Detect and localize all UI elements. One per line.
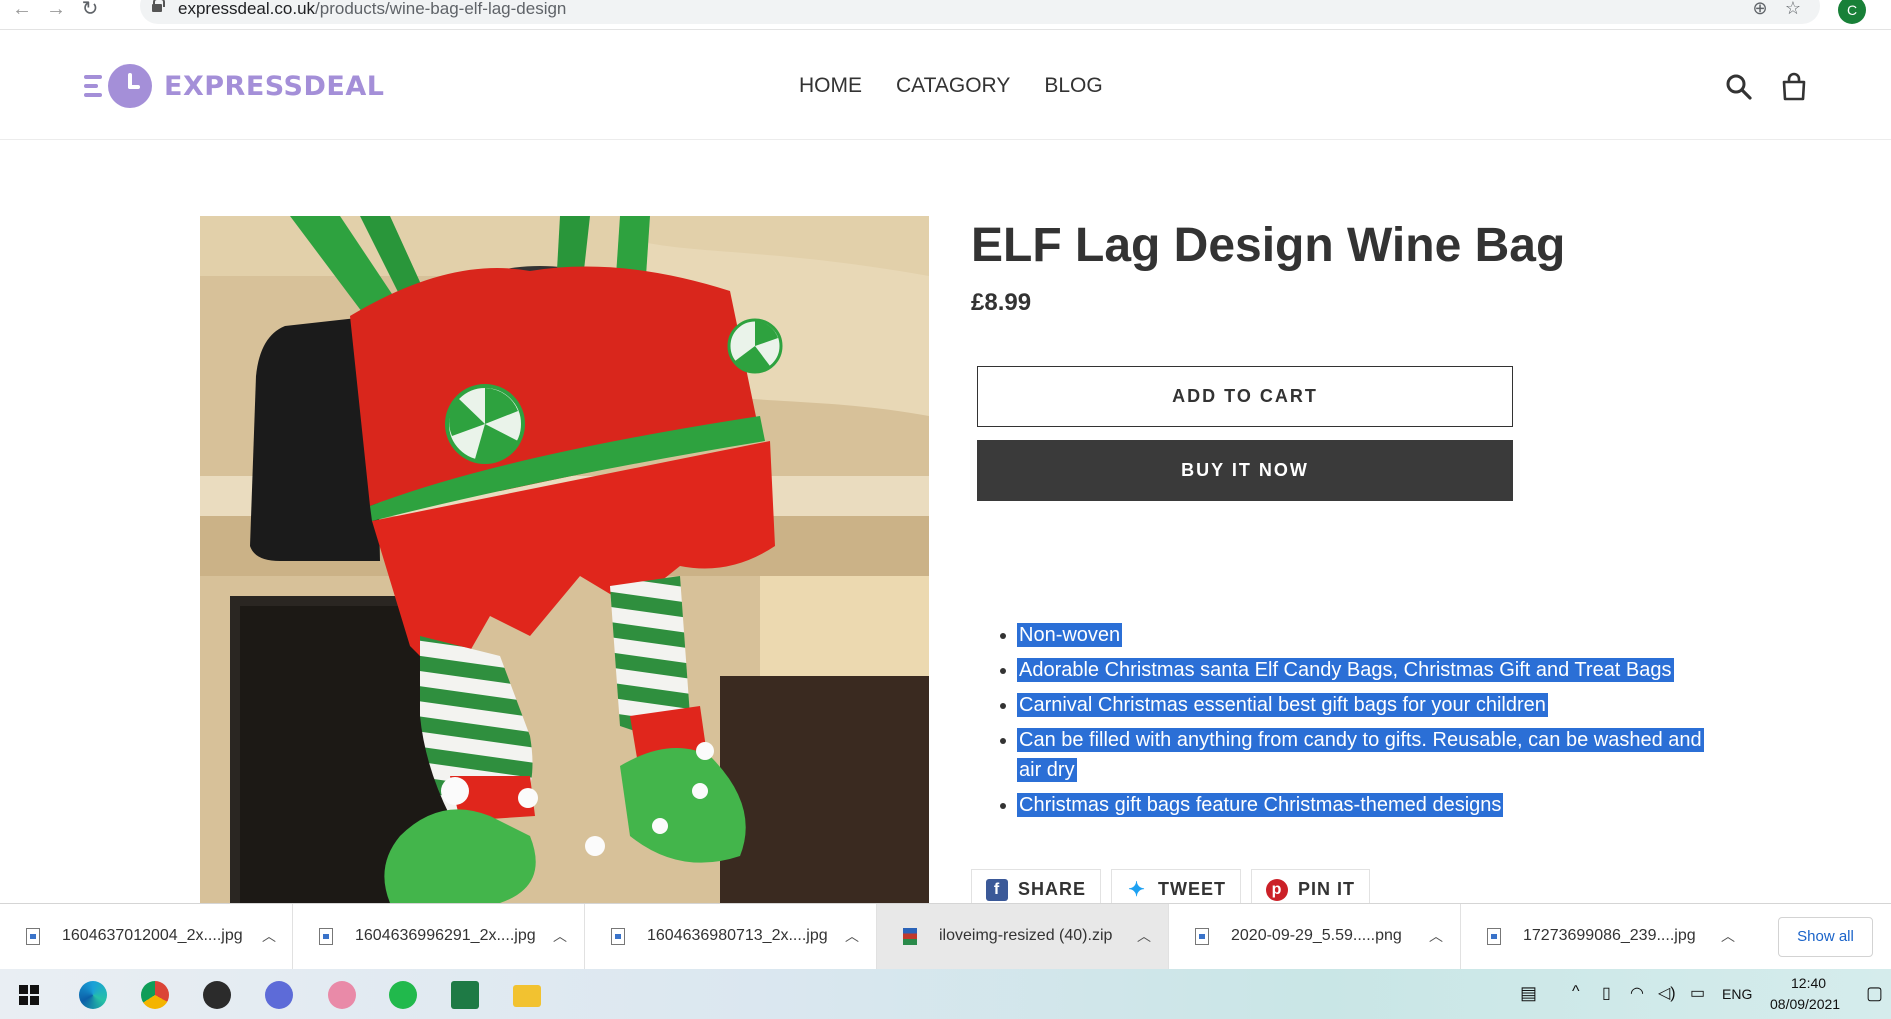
- reload-icon[interactable]: ↻: [78, 0, 102, 20]
- taskbar: ▤ ^ ▯ ◠ ◁) ▭ ENG 12:40 08/09/2021 ▢: [0, 969, 1891, 1019]
- image-file-icon: [26, 928, 40, 945]
- feature-text[interactable]: Adorable Christmas santa Elf Candy Bags,…: [1017, 658, 1674, 682]
- facebook-icon: f: [986, 878, 1008, 901]
- feature-text[interactable]: Non-woven: [1017, 623, 1123, 647]
- bookmark-star-icon[interactable]: ☆: [1783, 0, 1803, 18]
- nav-home[interactable]: HOME: [799, 74, 862, 98]
- list-item: Can be filled with anything from candy t…: [1000, 725, 1707, 785]
- show-all-button[interactable]: Show all: [1778, 917, 1873, 957]
- wifi-icon[interactable]: ◠: [1630, 983, 1644, 1003]
- share-label: SHARE: [1018, 879, 1087, 899]
- address-bar[interactable]: expressdeal.co.uk/products/wine-bag-elf-…: [140, 0, 1820, 24]
- elf-wine-bag-photo: [200, 216, 929, 903]
- usb-icon[interactable]: ▯: [1602, 983, 1611, 1003]
- image-file-icon: [1195, 928, 1209, 945]
- share-label: PIN IT: [1298, 879, 1356, 899]
- clock-time[interactable]: 12:40: [1791, 975, 1826, 991]
- download-item[interactable]: 1604636980713_2x....jpg ︿: [585, 904, 877, 970]
- list-item: Christmas gift bags feature Christmas-th…: [1000, 790, 1717, 820]
- feature-text[interactable]: Can be filled with anything from candy t…: [1017, 728, 1704, 782]
- zoom-icon[interactable]: ⊕: [1750, 0, 1770, 18]
- zip-archive-icon: [903, 928, 917, 945]
- chevron-up-icon[interactable]: ︿: [845, 926, 859, 946]
- forward-icon[interactable]: →: [44, 0, 68, 20]
- buy-it-now-button[interactable]: BUY IT NOW: [977, 440, 1513, 501]
- list-item: Adorable Christmas santa Elf Candy Bags,…: [1000, 655, 1717, 685]
- download-filename: 17273699086_239....jpg: [1523, 927, 1696, 944]
- image-file-icon: [1487, 928, 1501, 945]
- main-nav: HOME CATAGORY BLOG: [799, 74, 1137, 98]
- clock-date[interactable]: 08/09/2021: [1770, 996, 1840, 1012]
- news-icon[interactable]: ▤: [1520, 983, 1537, 1004]
- search-icon[interactable]: [1724, 72, 1754, 102]
- browser-toolbar: ← → ↻ expressdeal.co.uk/products/wine-ba…: [0, 0, 1891, 30]
- download-item[interactable]: 1604636996291_2x....jpg ︿: [293, 904, 585, 970]
- download-item[interactable]: iloveimg-resized (40).zip ︿: [877, 904, 1169, 970]
- feature-text[interactable]: Christmas gift bags feature Christmas-th…: [1017, 793, 1504, 817]
- list-item: Carnival Christmas essential best gift b…: [1000, 690, 1717, 720]
- download-filename: 1604636980713_2x....jpg: [647, 927, 828, 944]
- file-explorer-icon[interactable]: [513, 985, 541, 1007]
- image-file-icon: [611, 928, 625, 945]
- download-filename: 1604636996291_2x....jpg: [355, 927, 536, 944]
- url-text[interactable]: expressdeal.co.uk/products/wine-bag-elf-…: [178, 0, 566, 19]
- chevron-up-icon[interactable]: ︿: [1429, 926, 1443, 946]
- site-header: EXPRESSDEAL HOME CATAGORY BLOG: [0, 30, 1891, 140]
- edge-browser-icon[interactable]: [79, 981, 107, 1009]
- chevron-up-icon[interactable]: ︿: [553, 926, 567, 946]
- product-price: £8.99: [971, 289, 1032, 316]
- cart-icon[interactable]: [1779, 72, 1809, 102]
- download-item[interactable]: 17273699086_239....jpg ︿: [1461, 904, 1753, 970]
- wechat-icon[interactable]: [389, 981, 417, 1009]
- product-image[interactable]: [200, 216, 929, 903]
- chrome-browser-icon[interactable]: [141, 981, 169, 1009]
- language-indicator[interactable]: ENG: [1722, 986, 1752, 1002]
- twitter-icon: ✦: [1128, 878, 1146, 901]
- chevron-up-icon[interactable]: ^: [1572, 983, 1580, 1001]
- app-pink-icon[interactable]: [328, 981, 356, 1009]
- discord-icon[interactable]: [265, 981, 293, 1009]
- download-filename: iloveimg-resized (40).zip: [939, 927, 1113, 944]
- add-to-cart-button[interactable]: ADD TO CART: [977, 366, 1513, 427]
- back-icon[interactable]: ←: [10, 0, 34, 20]
- downloads-bar: 1604637012004_2x....jpg ︿ 1604636996291_…: [0, 903, 1891, 970]
- nav-blog[interactable]: BLOG: [1044, 74, 1102, 98]
- chevron-up-icon[interactable]: ︿: [262, 926, 276, 946]
- share-label: TWEET: [1158, 879, 1227, 899]
- screen: ← → ↻ expressdeal.co.uk/products/wine-ba…: [0, 0, 1891, 1019]
- volume-icon[interactable]: ◁): [1658, 983, 1676, 1003]
- download-item[interactable]: 2020-09-29_5.59.....png ︿: [1169, 904, 1461, 970]
- feature-text[interactable]: Carnival Christmas essential best gift b…: [1017, 693, 1548, 717]
- download-filename: 1604637012004_2x....jpg: [62, 927, 243, 944]
- logo-text: EXPRESSDEAL: [164, 70, 385, 102]
- chevron-up-icon[interactable]: ︿: [1721, 926, 1735, 946]
- chevron-up-icon[interactable]: ︿: [1137, 926, 1151, 946]
- logo-lines-icon: [80, 66, 108, 106]
- clock-icon: [108, 64, 152, 108]
- site-logo[interactable]: EXPRESSDEAL: [80, 62, 384, 110]
- pinterest-icon: p: [1266, 878, 1289, 901]
- image-file-icon: [319, 928, 333, 945]
- gimp-icon[interactable]: [203, 981, 231, 1009]
- download-item[interactable]: 1604637012004_2x....jpg ︿: [0, 904, 293, 970]
- profile-avatar[interactable]: C: [1838, 0, 1866, 24]
- list-item: Non-woven: [1000, 620, 1717, 650]
- battery-icon[interactable]: ▭: [1690, 983, 1705, 1003]
- download-filename: 2020-09-29_5.59.....png: [1231, 927, 1402, 944]
- product-title: ELF Lag Design Wine Bag: [971, 219, 1566, 272]
- windows-start-icon[interactable]: [19, 985, 39, 1005]
- product-features-list: Non-woven Adorable Christmas santa Elf C…: [1000, 620, 1717, 825]
- excel-icon[interactable]: [451, 981, 479, 1009]
- nav-category[interactable]: CATAGORY: [896, 74, 1010, 98]
- notification-icon[interactable]: ▢: [1866, 983, 1883, 1004]
- lock-icon[interactable]: [152, 0, 165, 13]
